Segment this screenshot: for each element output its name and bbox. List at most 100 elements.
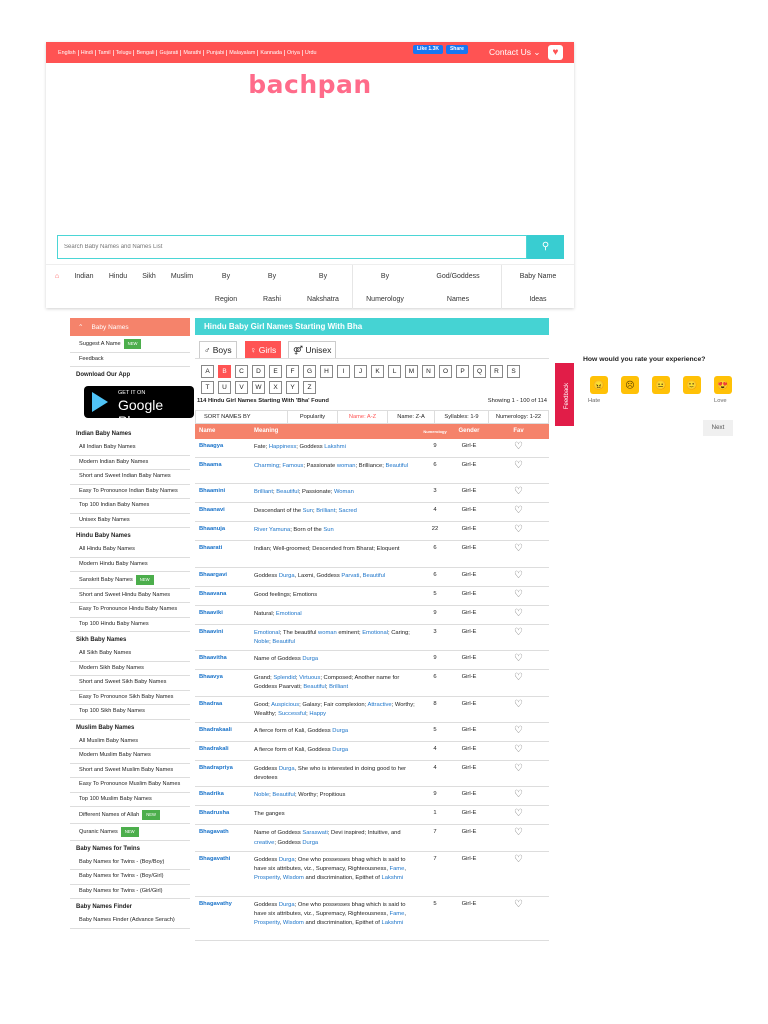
letter-filter-i[interactable]: I	[337, 365, 350, 378]
letter-filter-m[interactable]: M	[405, 365, 418, 378]
favorites-heart-icon[interactable]: ♥	[548, 45, 563, 60]
sidebar-item[interactable]: Top 100 Muslim Baby Names	[70, 793, 190, 808]
tab-boys[interactable]: ♂ Boys	[199, 341, 237, 358]
sidebar-item[interactable]: Short and Sweet Hindu Baby Names	[70, 589, 190, 604]
sidebar-item[interactable]: Top 100 Indian Baby Names	[70, 499, 190, 514]
language-link[interactable]: Kannada	[258, 49, 285, 56]
favorite-heart-icon[interactable]: ♡	[488, 458, 549, 471]
letter-filter-t[interactable]: T	[201, 381, 214, 394]
language-link[interactable]: Malayalam	[227, 49, 259, 56]
name-link[interactable]: Bhaavya	[195, 670, 250, 680]
letter-filter-x[interactable]: X	[269, 381, 282, 394]
language-link[interactable]: English	[56, 49, 79, 56]
feedback-tab[interactable]: Feedback	[555, 363, 574, 426]
favorite-heart-icon[interactable]: ♡	[488, 806, 549, 819]
letter-filter-n[interactable]: N	[422, 365, 435, 378]
name-link[interactable]: Bhadrapriya	[195, 761, 250, 771]
name-link[interactable]: Bhaavini	[195, 625, 250, 635]
letter-filter-f[interactable]: F	[286, 365, 299, 378]
sidebar-item[interactable]: Baby Names for Twins - (Girl/Girl)	[70, 885, 190, 900]
name-link[interactable]: Bhadrika	[195, 787, 250, 797]
name-link[interactable]: Bhaanuja	[195, 522, 250, 532]
sidebar-item[interactable]: Quranic Names NEW	[70, 824, 190, 841]
favorite-heart-icon[interactable]: ♡	[488, 522, 549, 535]
name-link[interactable]: Bhadrakali	[195, 742, 250, 752]
nav-by-numerology[interactable]: By Numerology	[356, 265, 414, 311]
site-logo[interactable]: bachpan	[46, 70, 574, 99]
nav-by-rashi[interactable]: By Rashi	[252, 265, 292, 311]
sidebar-item[interactable]: Short and Sweet Sikh Baby Names	[70, 676, 190, 691]
letter-filter-h[interactable]: H	[320, 365, 333, 378]
favorite-heart-icon[interactable]: ♡	[488, 897, 549, 910]
sort-syllables[interactable]: Syllables: 1-9	[435, 411, 489, 423]
letter-filter-e[interactable]: E	[269, 365, 282, 378]
letter-filter-s[interactable]: S	[507, 365, 520, 378]
sidebar-item[interactable]: Short and Sweet Muslim Baby Names	[70, 764, 190, 779]
sidebar-item[interactable]: Easy To Pronounce Sikh Baby Names	[70, 691, 190, 706]
letter-filter-c[interactable]: C	[235, 365, 248, 378]
name-link[interactable]: Bhagavath	[195, 825, 250, 835]
nav-baby-name-ideas[interactable]: Baby Name Ideas	[504, 265, 572, 311]
name-link[interactable]: Bhaavitha	[195, 651, 250, 661]
sidebar-header[interactable]: ⌃ Baby Names	[70, 318, 190, 336]
language-link[interactable]: Tamil	[96, 49, 114, 56]
language-link[interactable]: Oriya	[285, 49, 303, 56]
letter-filter-w[interactable]: W	[252, 381, 265, 394]
rating-face-icon-1[interactable]: 😠	[590, 376, 608, 394]
favorite-heart-icon[interactable]: ♡	[488, 723, 549, 736]
sidebar-item[interactable]: Modern Muslim Baby Names	[70, 749, 190, 764]
favorite-heart-icon[interactable]: ♡	[488, 852, 549, 865]
favorite-heart-icon[interactable]: ♡	[488, 697, 549, 710]
name-link[interactable]: Bhagavathy	[195, 897, 250, 907]
language-link[interactable]: Telugu	[114, 49, 135, 56]
sidebar-item[interactable]: Top 100 Sikh Baby Names	[70, 705, 190, 720]
letter-filter-q[interactable]: Q	[473, 365, 486, 378]
sidebar-item[interactable]: All Hindu Baby Names	[70, 543, 190, 558]
letter-filter-g[interactable]: G	[303, 365, 316, 378]
favorite-heart-icon[interactable]: ♡	[488, 787, 549, 800]
sidebar-item[interactable]: Modern Hindu Baby Names	[70, 558, 190, 573]
sidebar-item[interactable]: Modern Sikh Baby Names	[70, 662, 190, 677]
sidebar-item[interactable]: Baby Names Finder (Advance Serach)	[70, 914, 190, 929]
sidebar-item-suggest[interactable]: Suggest A Name NEW	[70, 336, 190, 353]
language-link[interactable]: Urdu	[303, 50, 319, 56]
rating-face-icon-2[interactable]: ☹	[621, 376, 639, 394]
name-link[interactable]: Bhadrakaali	[195, 723, 250, 733]
favorite-heart-icon[interactable]: ♡	[488, 625, 549, 638]
favorite-heart-icon[interactable]: ♡	[488, 587, 549, 600]
letter-filter-j[interactable]: J	[354, 365, 367, 378]
nav-by-nakshatra[interactable]: By Nakshatra	[298, 265, 348, 311]
letter-filter-b[interactable]: B	[218, 365, 231, 378]
sort-name-az[interactable]: Name: A-Z	[338, 411, 388, 423]
favorite-heart-icon[interactable]: ♡	[488, 651, 549, 664]
language-link[interactable]: Gujarati	[157, 49, 182, 56]
tab-unisex[interactable]: ⚤ Unisex	[288, 341, 337, 358]
favorite-heart-icon[interactable]: ♡	[488, 606, 549, 619]
letter-filter-u[interactable]: U	[218, 381, 231, 394]
sidebar-item-feedback[interactable]: Feedback	[70, 353, 190, 368]
search-input[interactable]	[57, 235, 527, 259]
nav-sikh[interactable]: Sikh	[138, 265, 160, 288]
sidebar-item[interactable]: Easy To Pronounce Indian Baby Names	[70, 485, 190, 500]
nav-by-region[interactable]: By Region	[204, 265, 248, 311]
nav-hindu[interactable]: Hindu	[104, 265, 132, 288]
nav-god-goddess[interactable]: God/Goddess Names	[422, 265, 494, 311]
name-link[interactable]: Bhaargavi	[195, 568, 250, 578]
language-link[interactable]: Bengali	[134, 49, 158, 56]
sidebar-item[interactable]: Baby Names for Twins - (Boy/Boy)	[70, 856, 190, 871]
contact-us-dropdown[interactable]: Contact Us ⌄	[489, 45, 541, 59]
sidebar-item[interactable]: Easy To Pronounce Muslim Baby Names	[70, 778, 190, 793]
name-link[interactable]: Bhaagya	[195, 439, 250, 449]
name-link[interactable]: Bhaarati	[195, 541, 250, 551]
sidebar-item[interactable]: Modern Indian Baby Names	[70, 456, 190, 471]
language-link[interactable]: Hindi	[79, 49, 96, 56]
favorite-heart-icon[interactable]: ♡	[488, 484, 549, 497]
sidebar-item[interactable]: Baby Names for Twins - (Boy/Girl)	[70, 870, 190, 885]
letter-filter-l[interactable]: L	[388, 365, 401, 378]
letter-filter-p[interactable]: P	[456, 365, 469, 378]
nav-muslim[interactable]: Muslim	[166, 265, 198, 288]
favorite-heart-icon[interactable]: ♡	[488, 503, 549, 516]
letter-filter-a[interactable]: A	[201, 365, 214, 378]
sidebar-item[interactable]: Unisex Baby Names	[70, 514, 190, 529]
sort-name-za[interactable]: Name: Z-A	[388, 411, 435, 423]
